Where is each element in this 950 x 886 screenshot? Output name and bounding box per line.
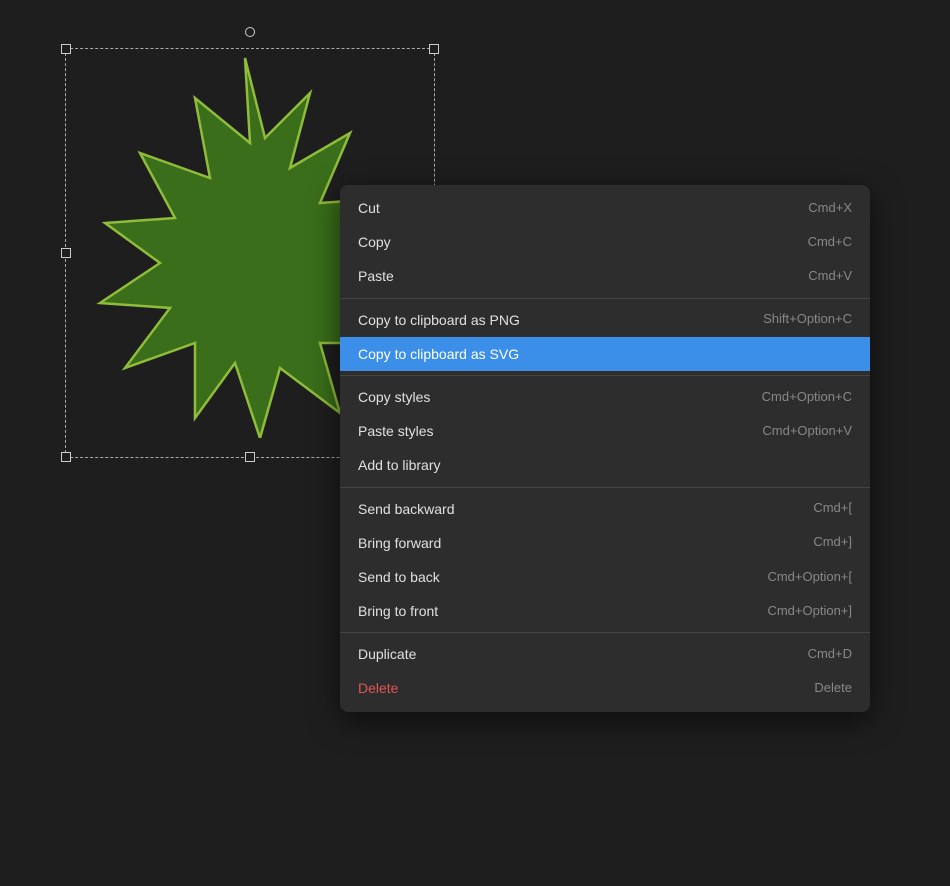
menu-item-bring-forward-shortcut: Cmd+]: [813, 534, 852, 551]
menu-item-send-back-label: Send to back: [358, 568, 440, 586]
handle-bottom-left[interactable]: [61, 452, 71, 462]
rotate-handle[interactable]: [245, 27, 255, 37]
menu-item-duplicate-shortcut: Cmd+D: [808, 646, 852, 663]
menu-divider-3: [340, 487, 870, 488]
canvas: Cut Cmd+X Copy Cmd+C Paste Cmd+V Copy to…: [0, 0, 950, 886]
menu-item-paste[interactable]: Paste Cmd+V: [340, 259, 870, 293]
menu-item-send-back[interactable]: Send to back Cmd+Option+[: [340, 560, 870, 594]
menu-item-bring-front-shortcut: Cmd+Option+]: [767, 603, 852, 620]
menu-item-send-back-shortcut: Cmd+Option+[: [767, 569, 852, 586]
menu-item-bring-front[interactable]: Bring to front Cmd+Option+]: [340, 594, 870, 628]
menu-item-copy-png[interactable]: Copy to clipboard as PNG Shift+Option+C: [340, 303, 870, 337]
context-menu: Cut Cmd+X Copy Cmd+C Paste Cmd+V Copy to…: [340, 185, 870, 712]
handle-top-left[interactable]: [61, 44, 71, 54]
menu-item-paste-styles[interactable]: Paste styles Cmd+Option+V: [340, 414, 870, 448]
menu-item-bring-forward[interactable]: Bring forward Cmd+]: [340, 526, 870, 560]
menu-divider-2: [340, 375, 870, 376]
menu-item-delete-shortcut: Delete: [814, 680, 852, 697]
menu-item-send-backward-shortcut: Cmd+[: [813, 500, 852, 517]
menu-item-send-backward-label: Send backward: [358, 500, 455, 518]
menu-item-delete-label: Delete: [358, 679, 398, 697]
menu-item-send-backward[interactable]: Send backward Cmd+[: [340, 492, 870, 526]
menu-item-add-library-label: Add to library: [358, 456, 440, 474]
menu-item-cut-shortcut: Cmd+X: [808, 200, 852, 217]
menu-item-copy-styles[interactable]: Copy styles Cmd+Option+C: [340, 380, 870, 414]
handle-top-right[interactable]: [429, 44, 439, 54]
menu-item-cut-label: Cut: [358, 199, 380, 217]
menu-item-add-library[interactable]: Add to library: [340, 448, 870, 482]
menu-item-copy[interactable]: Copy Cmd+C: [340, 225, 870, 259]
menu-item-bring-forward-label: Bring forward: [358, 534, 441, 552]
menu-item-copy-styles-label: Copy styles: [358, 388, 430, 406]
menu-item-copy-label: Copy: [358, 233, 391, 251]
menu-item-paste-styles-shortcut: Cmd+Option+V: [762, 423, 852, 440]
menu-item-cut[interactable]: Cut Cmd+X: [340, 191, 870, 225]
menu-item-copy-svg[interactable]: Copy to clipboard as SVG: [340, 337, 870, 371]
menu-item-copy-png-shortcut: Shift+Option+C: [763, 311, 852, 328]
handle-middle-left[interactable]: [61, 248, 71, 258]
menu-item-bring-front-label: Bring to front: [358, 602, 438, 620]
menu-item-paste-styles-label: Paste styles: [358, 422, 433, 440]
menu-item-copy-svg-label: Copy to clipboard as SVG: [358, 345, 519, 363]
menu-item-duplicate-label: Duplicate: [358, 645, 416, 663]
menu-divider-4: [340, 632, 870, 633]
menu-item-delete[interactable]: Delete Delete: [340, 671, 870, 705]
menu-item-paste-shortcut: Cmd+V: [808, 268, 852, 285]
menu-item-paste-label: Paste: [358, 267, 394, 285]
handle-bottom-middle[interactable]: [245, 452, 255, 462]
menu-divider-1: [340, 298, 870, 299]
menu-item-copy-shortcut: Cmd+C: [808, 234, 852, 251]
menu-item-duplicate[interactable]: Duplicate Cmd+D: [340, 637, 870, 671]
menu-item-copy-styles-shortcut: Cmd+Option+C: [762, 389, 852, 406]
menu-item-copy-png-label: Copy to clipboard as PNG: [358, 311, 520, 329]
